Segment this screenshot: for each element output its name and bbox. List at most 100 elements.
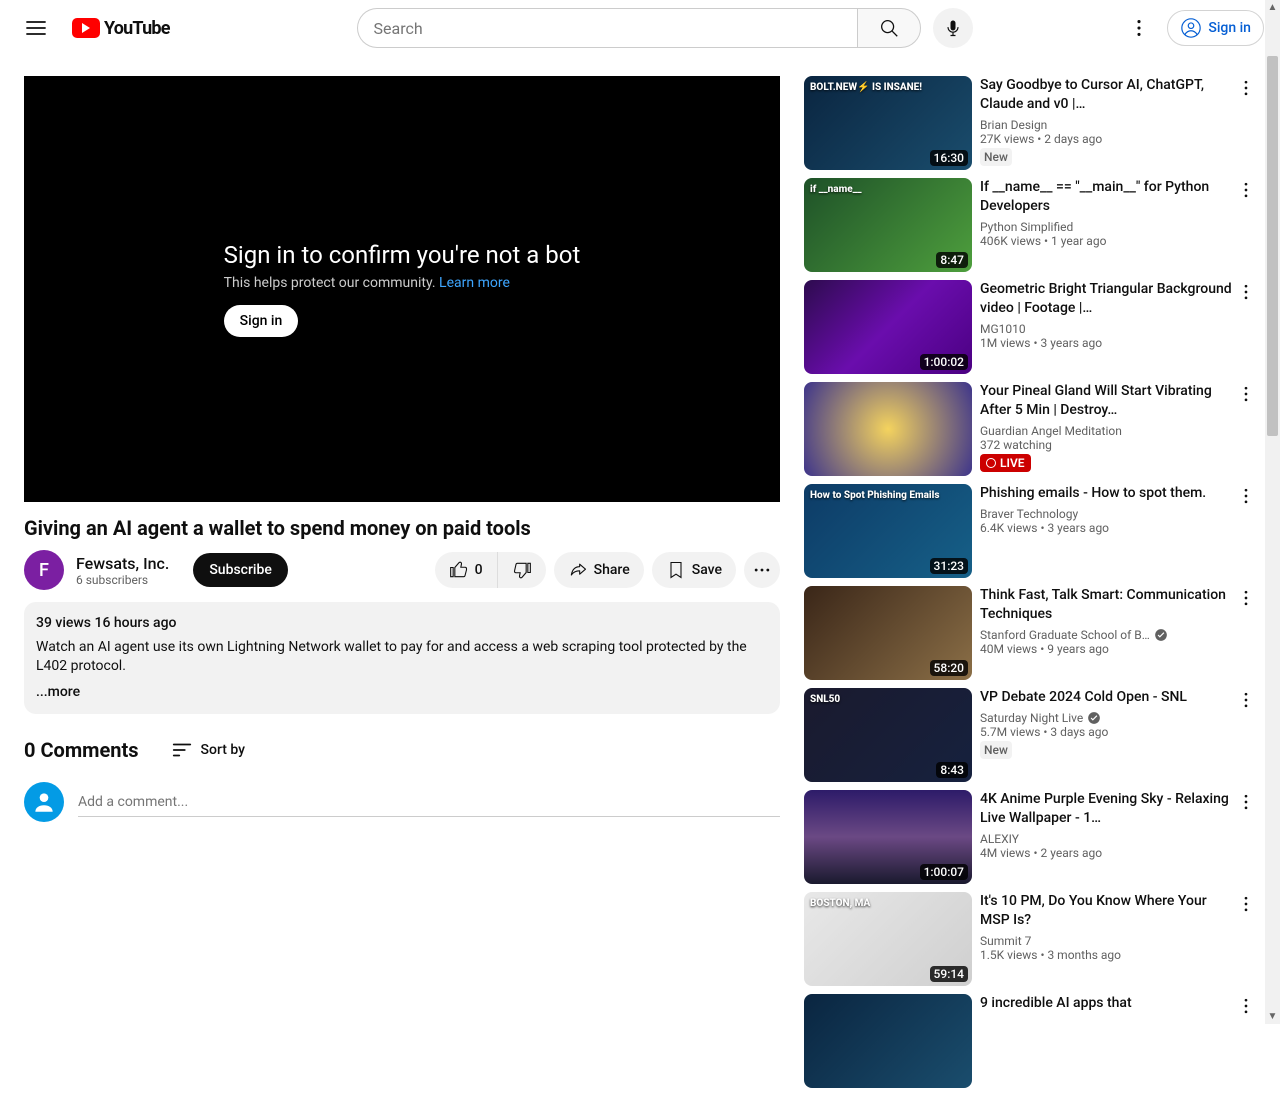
main-column: Sign in to confirm you're not a bot This… [24, 76, 780, 1096]
comments-count: 0 Comments [24, 738, 139, 762]
rec-channel[interactable]: Python Simplified [980, 220, 1232, 234]
more-actions-button[interactable] [744, 552, 780, 588]
recommendation-item[interactable]: 1:00:02Geometric Bright Triangular Backg… [804, 280, 1256, 374]
rec-channel[interactable]: Summit 7 [980, 934, 1232, 948]
logo[interactable]: YouTube [72, 16, 170, 40]
like-dislike-pill: 0 [435, 552, 546, 588]
recommendation-item[interactable]: 1:00:074K Anime Purple Evening Sky - Rel… [804, 790, 1256, 884]
rec-thumbnail[interactable] [804, 994, 972, 1088]
rec-title: It's 10 PM, Do You Know Where Your MSP I… [980, 892, 1232, 930]
rec-title: Say Goodbye to Cursor AI, ChatGPT, Claud… [980, 76, 1232, 114]
rec-menu-button[interactable] [1236, 180, 1256, 204]
rec-thumbnail[interactable]: How to Spot Phishing Emails31:23 [804, 484, 972, 578]
rec-info: Geometric Bright Triangular Background v… [980, 280, 1256, 374]
topbar-left: YouTube [16, 8, 170, 48]
rec-menu-button[interactable] [1236, 894, 1256, 918]
hamburger-button[interactable] [16, 8, 56, 48]
scroll-thumb[interactable] [1267, 56, 1278, 436]
thumb-text: BOLT.NEW⚡ IS INSANE! [810, 82, 922, 93]
recommendation-item[interactable]: 58:20Think Fast, Talk Smart: Communicati… [804, 586, 1256, 680]
channel-left: F Fewsats, Inc. 6 subscribers Subscribe [24, 550, 288, 590]
rec-thumbnail[interactable]: 58:20 [804, 586, 972, 680]
rec-menu-button[interactable] [1236, 588, 1256, 612]
kebab-icon [1236, 996, 1256, 1016]
channel-name[interactable]: Fewsats, Inc. [76, 554, 169, 573]
rec-thumbnail[interactable] [804, 382, 972, 476]
rec-menu-button[interactable] [1236, 282, 1256, 306]
rec-thumbnail[interactable]: SNL508:43 [804, 688, 972, 782]
new-badge: New [980, 741, 1012, 759]
scroll-down-arrow[interactable]: ▼ [1265, 1009, 1280, 1024]
recommendation-item[interactable]: 9 incredible AI apps that [804, 994, 1256, 1088]
kebab-icon [1128, 17, 1150, 39]
search-button[interactable] [857, 8, 921, 48]
show-more-button[interactable]: ...more [36, 683, 80, 703]
rec-channel[interactable]: Brian Design [980, 118, 1232, 132]
search-input[interactable] [357, 8, 857, 48]
rec-meta: 1.5K views • 3 months ago [980, 948, 1232, 962]
ellipsis-icon [752, 560, 772, 580]
rec-menu-button[interactable] [1236, 384, 1256, 408]
description-meta: 39 views 16 hours ago [36, 614, 768, 634]
search-icon [878, 17, 900, 39]
rec-meta: 406K views • 1 year ago [980, 234, 1232, 248]
rec-thumbnail[interactable]: BOSTON, MA59:14 [804, 892, 972, 986]
save-button[interactable]: Save [652, 552, 736, 588]
recommendation-item[interactable]: How to Spot Phishing Emails31:23Phishing… [804, 484, 1256, 578]
rec-channel[interactable]: ALEXIY [980, 832, 1232, 846]
recommendation-item[interactable]: if __name__8:47If __name__ == "__main__"… [804, 178, 1256, 272]
learn-more-link[interactable]: Learn more [439, 275, 510, 291]
kebab-icon [1236, 180, 1256, 200]
kebab-icon [1236, 690, 1256, 710]
rec-meta: 1M views • 3 years ago [980, 336, 1232, 350]
thumb-text: if __name__ [810, 184, 862, 195]
recommendation-item[interactable]: SNL508:43VP Debate 2024 Cold Open - SNLS… [804, 688, 1256, 782]
rec-menu-button[interactable] [1236, 690, 1256, 714]
channel-avatar[interactable]: F [24, 550, 64, 590]
thumb-text: BOSTON, MA [810, 898, 870, 909]
like-button[interactable]: 0 [435, 552, 498, 588]
sort-button[interactable]: Sort by [171, 739, 246, 761]
rec-thumbnail[interactable]: BOLT.NEW⚡ IS INSANE!16:30 [804, 76, 972, 170]
new-badge: New [980, 148, 1012, 166]
rec-channel[interactable]: Braver Technology [980, 507, 1232, 521]
kebab-icon [1236, 78, 1256, 98]
recommendation-item[interactable]: Your Pineal Gland Will Start Vibrating A… [804, 382, 1256, 476]
share-button[interactable]: Share [554, 552, 644, 588]
player-signin-button[interactable]: Sign in [224, 305, 299, 337]
rec-menu-button[interactable] [1236, 996, 1256, 1020]
scrollbar[interactable]: ▲ ▼ [1265, 0, 1280, 1024]
dislike-button[interactable] [498, 552, 546, 588]
channel-row: F Fewsats, Inc. 6 subscribers Subscribe … [24, 550, 780, 590]
recommendation-item[interactable]: BOLT.NEW⚡ IS INSANE!16:30Say Goodbye to … [804, 76, 1256, 170]
rec-thumbnail[interactable]: if __name__8:47 [804, 178, 972, 272]
signin-label: Sign in [1208, 20, 1251, 36]
rec-info: Your Pineal Gland Will Start Vibrating A… [980, 382, 1256, 476]
subscribe-button[interactable]: Subscribe [193, 553, 288, 587]
comments-header: 0 Comments Sort by [24, 738, 780, 762]
rec-thumbnail[interactable]: 1:00:07 [804, 790, 972, 884]
player-heading: Sign in to confirm you're not a bot [224, 241, 581, 269]
thumb-text: How to Spot Phishing Emails [810, 490, 939, 501]
rec-menu-button[interactable] [1236, 78, 1256, 102]
video-player[interactable]: Sign in to confirm you're not a bot This… [24, 76, 780, 502]
rec-title: Geometric Bright Triangular Background v… [980, 280, 1232, 318]
rec-channel[interactable]: Saturday Night Live [980, 711, 1232, 725]
comment-input[interactable] [78, 788, 780, 817]
description-box[interactable]: 39 views 16 hours ago Watch an AI agent … [24, 602, 780, 714]
voice-search-button[interactable] [933, 8, 973, 48]
rec-menu-button[interactable] [1236, 486, 1256, 510]
rec-channel[interactable]: MG1010 [980, 322, 1232, 336]
user-avatar [24, 782, 64, 822]
rec-channel[interactable]: Stanford Graduate School of B… [980, 628, 1232, 642]
recommendation-item[interactable]: BOSTON, MA59:14It's 10 PM, Do You Know W… [804, 892, 1256, 986]
rec-channel[interactable]: Guardian Angel Meditation [980, 424, 1232, 438]
settings-button[interactable] [1119, 8, 1159, 48]
rec-info: Phishing emails - How to spot them.Brave… [980, 484, 1256, 578]
signin-button[interactable]: Sign in [1167, 10, 1264, 46]
rec-thumbnail[interactable]: 1:00:02 [804, 280, 972, 374]
rec-meta: 6.4K views • 3 years ago [980, 521, 1232, 535]
kebab-icon [1236, 894, 1256, 914]
rec-menu-button[interactable] [1236, 792, 1256, 816]
scroll-up-arrow[interactable]: ▲ [1265, 0, 1280, 15]
